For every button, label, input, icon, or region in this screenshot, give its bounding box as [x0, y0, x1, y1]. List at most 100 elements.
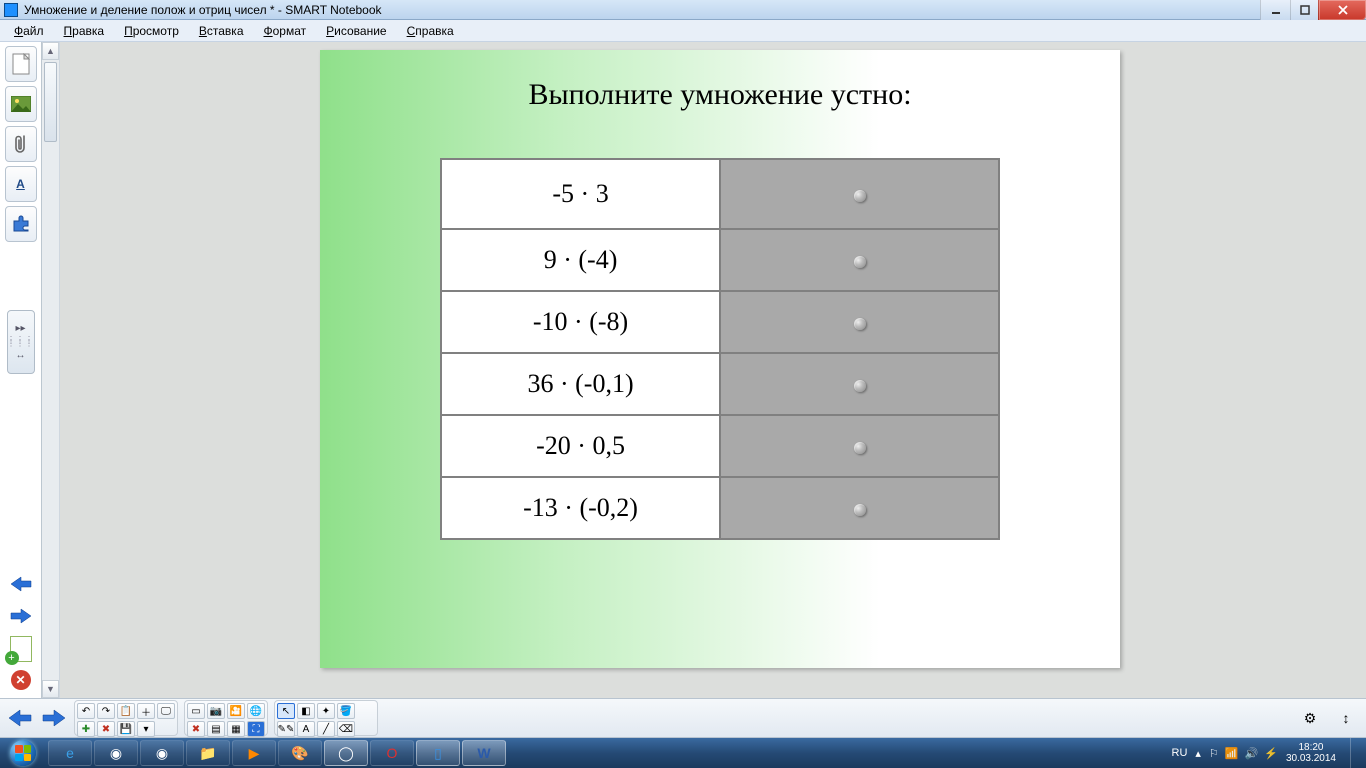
insert-page-button[interactable]: ▭ [187, 703, 205, 719]
reveal-dot-icon[interactable] [854, 190, 866, 202]
scroll-thumb[interactable] [44, 62, 57, 142]
scroll-track[interactable] [42, 60, 59, 680]
save-button[interactable]: 💾 [117, 721, 135, 737]
tab-properties[interactable]: A [5, 166, 37, 202]
flag-icon[interactable]: ⚐ [1209, 747, 1219, 760]
magic-pen-button[interactable]: ✦ [317, 703, 335, 719]
reveal-dot-icon[interactable] [854, 318, 866, 330]
line-tool-button[interactable]: ╱ [317, 721, 335, 737]
expression-cell[interactable]: 9 · (-4) [441, 229, 720, 291]
fullscreen-button[interactable]: ⛶ [247, 721, 265, 737]
tray-clock[interactable]: 18:20 30.03.2014 [1286, 742, 1336, 764]
tray-chevron-up-icon[interactable]: ▴ [1195, 747, 1201, 760]
canvas-area[interactable]: Выполните умножение устно: -5 · 3 9 · (-… [60, 42, 1366, 698]
reveal-dot-icon[interactable] [854, 504, 866, 516]
text-tool-button[interactable]: A [297, 721, 315, 737]
add-button[interactable]: ✚ [77, 721, 95, 737]
taskbar-app-2[interactable]: ◉ [140, 740, 184, 766]
taskbar-word[interactable]: W [462, 740, 506, 766]
menu-help[interactable]: Справка [397, 22, 464, 40]
delete-button[interactable]: ✖ [187, 721, 205, 737]
add-page-button[interactable] [10, 636, 32, 662]
scroll-up-button[interactable]: ▲ [42, 42, 59, 60]
answer-cell[interactable] [720, 229, 999, 291]
tab-addons[interactable] [5, 206, 37, 242]
expression-cell[interactable]: -13 · (-0,2) [441, 477, 720, 539]
tab-gallery[interactable] [5, 86, 37, 122]
paste-button[interactable]: 📋 [117, 703, 135, 719]
taskbar-chrome[interactable]: ◯ [324, 740, 368, 766]
prev-page-button[interactable] [7, 572, 35, 596]
slide-title[interactable]: Выполните умножение устно: [320, 78, 1120, 112]
answer-cell[interactable] [720, 291, 999, 353]
answer-cell[interactable] [720, 353, 999, 415]
taskbar-opera[interactable]: O [370, 740, 414, 766]
menu-draw[interactable]: Рисование [316, 22, 396, 40]
menu-insert[interactable]: Вставка [189, 22, 254, 40]
tab-page-sorter[interactable] [5, 46, 37, 82]
page-sorter-scrollbar[interactable]: ▲ ▼ [42, 42, 60, 698]
taskbar-ie[interactable]: e [48, 740, 92, 766]
answer-cell[interactable] [720, 415, 999, 477]
menu-bar: Файл Правка Просмотр Вставка Формат Рисо… [0, 20, 1366, 42]
pens-button[interactable]: ✎✎ [277, 721, 295, 737]
undo-button[interactable]: ↶ [77, 703, 95, 719]
answer-cell[interactable] [720, 477, 999, 539]
reveal-dot-icon[interactable] [854, 442, 866, 454]
answer-cell[interactable] [720, 159, 999, 229]
menu-view[interactable]: Просмотр [114, 22, 189, 40]
maximize-button[interactable] [1290, 0, 1318, 20]
reveal-dot-icon[interactable] [854, 380, 866, 392]
taskbar-smart-notebook[interactable]: ▯ [416, 740, 460, 766]
next-page-button[interactable] [7, 604, 35, 628]
taskbar-paint[interactable]: 🎨 [278, 740, 322, 766]
language-indicator[interactable]: RU [1172, 747, 1188, 759]
menu-edit[interactable]: Правка [54, 22, 115, 40]
start-button[interactable] [4, 740, 42, 766]
move-toolbar-button[interactable]: ↕ [1332, 704, 1360, 732]
reveal-dot-icon[interactable] [854, 256, 866, 268]
settings-button[interactable]: ⚙ [1296, 704, 1324, 732]
select-tool-button[interactable]: ↖ [277, 703, 295, 719]
slide[interactable]: Выполните умножение устно: -5 · 3 9 · (-… [320, 50, 1120, 668]
show-desktop-button[interactable] [1350, 738, 1358, 768]
table-button[interactable]: ▦ [227, 721, 245, 737]
doc-camera-button[interactable]: 🎦 [227, 703, 245, 719]
minimize-button[interactable] [1260, 0, 1290, 20]
fill-tool-button[interactable]: 🪣 [337, 703, 355, 719]
scroll-down-button[interactable]: ▼ [42, 680, 59, 698]
camera-button[interactable]: 📷 [207, 703, 225, 719]
remove-button[interactable]: ✖ [97, 721, 115, 737]
dropdown-button[interactable]: ▾ [137, 721, 155, 737]
expression-cell[interactable]: -5 · 3 [441, 159, 720, 229]
taskbar-media[interactable]: ▶ [232, 740, 276, 766]
eraser-icon: ⌫ [339, 724, 353, 735]
shade-button[interactable]: ▤ [207, 721, 225, 737]
table-row: 9 · (-4) [441, 229, 999, 291]
close-button[interactable] [1318, 0, 1366, 20]
expression-cell[interactable]: 36 · (-0,1) [441, 353, 720, 415]
tab-attachments[interactable] [5, 126, 37, 162]
expression-cell[interactable]: -20 · 0,5 [441, 415, 720, 477]
new-page-button[interactable]: ＋ [137, 703, 155, 719]
expression-cell[interactable]: -10 · (-8) [441, 291, 720, 353]
eraser-tool-button[interactable]: ⌫ [337, 721, 355, 737]
battery-icon[interactable]: ⚡ [1264, 747, 1278, 760]
menu-format[interactable]: Формат [254, 22, 317, 40]
delete-page-button[interactable]: ✕ [11, 670, 31, 690]
response-button[interactable]: 🌐 [247, 703, 265, 719]
taskbar-explorer[interactable]: 📁 [186, 740, 230, 766]
shapes-tool-button[interactable]: ◧ [297, 703, 315, 719]
toolbar-prev-button[interactable] [6, 704, 34, 732]
network-icon[interactable]: 📶 [1225, 747, 1239, 760]
toolbar-next-button[interactable] [40, 704, 68, 732]
math-table[interactable]: -5 · 3 9 · (-4) -10 · (-8) 36 · (-0,1) [440, 158, 1000, 540]
panel-collapse-handle[interactable]: ▸▸ ⋮⋮⋮⋮⋮⋮ ↔ [7, 310, 35, 374]
redo-button[interactable]: ↷ [97, 703, 115, 719]
taskbar-app-1[interactable]: ◉ [94, 740, 138, 766]
table-row: -10 · (-8) [441, 291, 999, 353]
menu-file[interactable]: Файл [4, 22, 54, 40]
bottom-toolbar: ↶ ↷ 📋 ＋ 🖵 ✚ ✖ 💾 ▾ ▭ 📷 🎦 🌐 ✖ ▤ ▦ ⛶ ↖ ◧ ✦ [0, 698, 1366, 738]
screen-capture-button[interactable]: 🖵 [157, 703, 175, 719]
volume-icon[interactable]: 🔊 [1245, 747, 1259, 760]
